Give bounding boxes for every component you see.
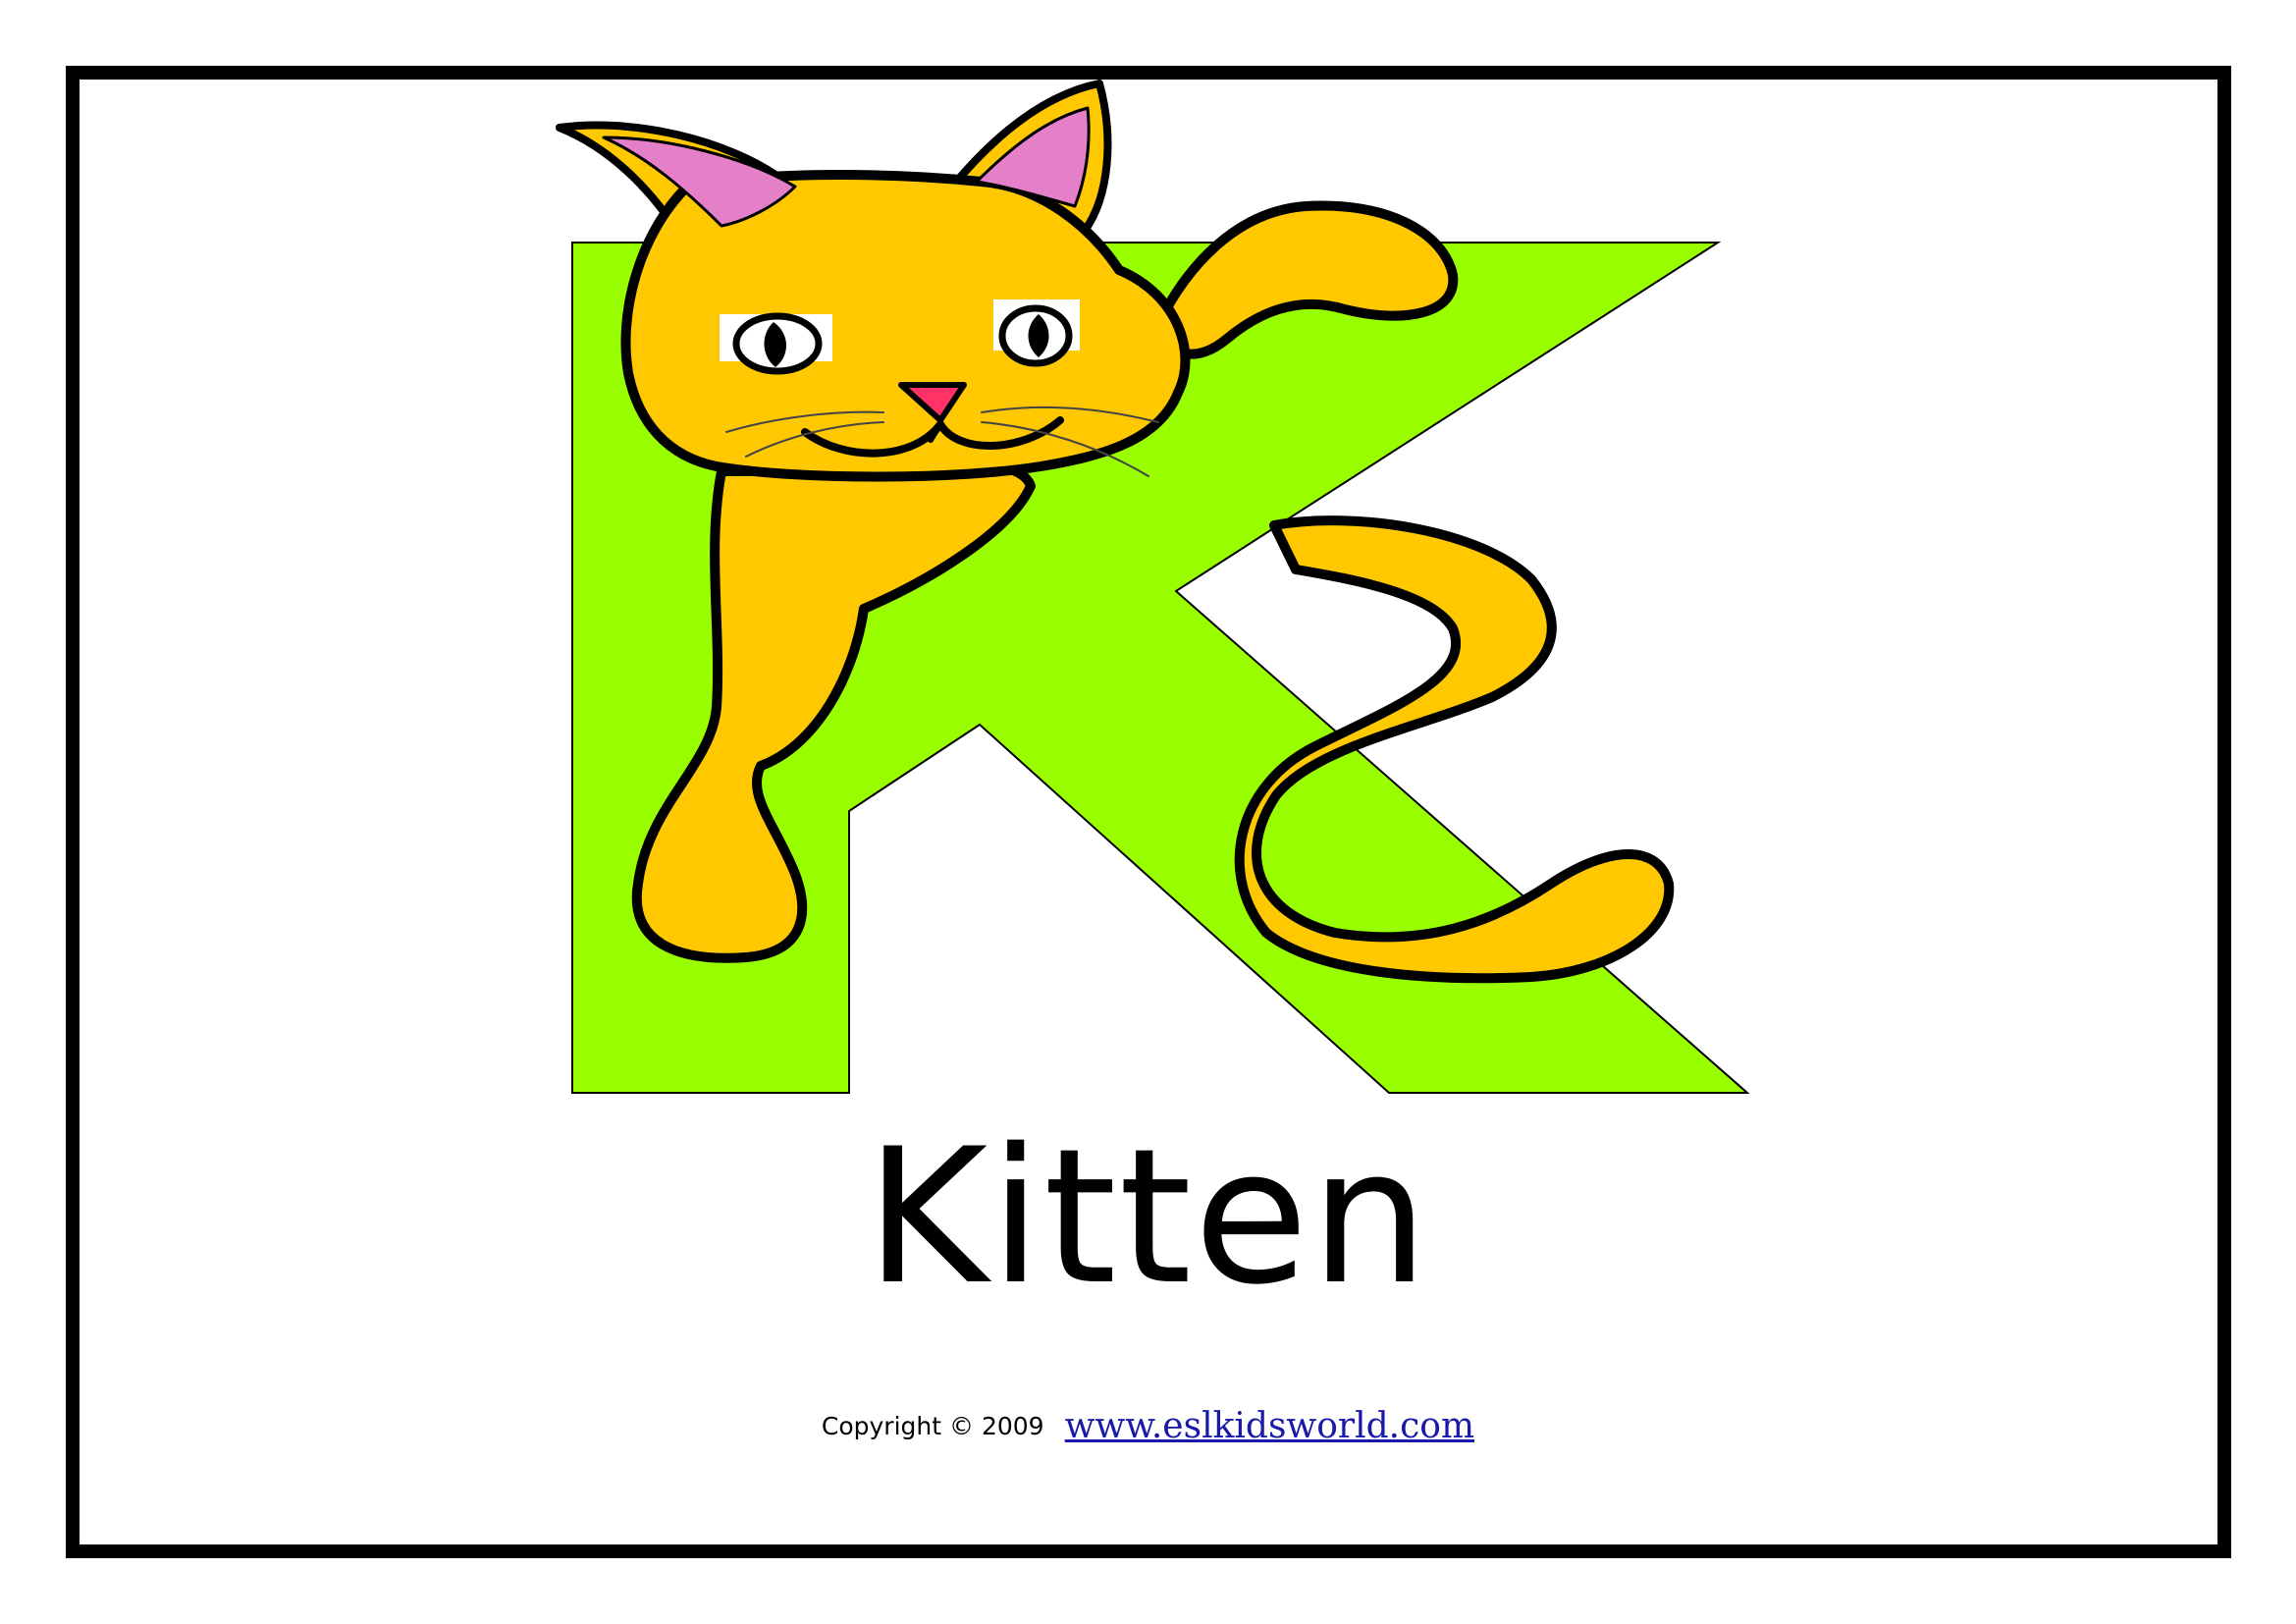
flashcard-word: Kitten: [865, 1109, 1431, 1326]
kitten-head: [620, 170, 1191, 482]
site-link[interactable]: www.eslkidsworld.com: [1065, 1406, 1474, 1446]
copyright-text: Copyright © 2009: [821, 1412, 1044, 1440]
card-footer: Copyright © 2009 www.eslkidsworld.com: [0, 1406, 2296, 1446]
kitten-letter-k-illustration: [556, 80, 1750, 1094]
